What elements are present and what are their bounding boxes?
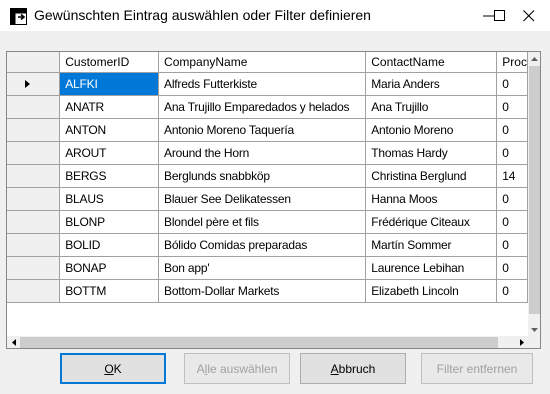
cell-proc[interactable]: 0: [496, 95, 528, 119]
cell-contact-name[interactable]: Laurence Lebihan: [365, 256, 498, 280]
corner-header[interactable]: [7, 52, 61, 73]
title-bar[interactable]: Gewünschten Eintrag auswählen oder Filte…: [0, 0, 550, 31]
cell-customer-id[interactable]: BERGS: [59, 164, 160, 188]
cell-customer-id[interactable]: BOTTM: [59, 279, 160, 303]
row-header[interactable]: [7, 256, 61, 280]
table-row[interactable]: BOTTM Bottom-Dollar Markets Elizabeth Li…: [7, 279, 528, 303]
cell-company-name[interactable]: Around the Horn: [158, 141, 367, 165]
cell-contact-name[interactable]: Elizabeth Lincoln: [365, 279, 498, 303]
cell-proc[interactable]: 0: [496, 210, 528, 234]
cell-proc[interactable]: 14: [496, 164, 528, 188]
cancel-label: Abbruch: [330, 361, 376, 376]
select-all-label: Alle auswählen: [196, 361, 278, 376]
vertical-scroll-thumb[interactable]: [529, 66, 540, 314]
table-row[interactable]: ALFKI Alfreds Futterkiste Maria Anders 0: [7, 72, 528, 96]
table-row[interactable]: BLONP Blondel père et fils Frédérique Ci…: [7, 210, 528, 234]
cell-customer-id[interactable]: BONAP: [59, 256, 160, 280]
window-title: Gewünschten Eintrag auswählen oder Filte…: [34, 7, 371, 23]
cell-contact-name[interactable]: Maria Anders: [365, 72, 498, 96]
remove-filter-button[interactable]: Filter entfernen: [421, 353, 533, 384]
cell-company-name[interactable]: Alfreds Futterkiste: [158, 72, 367, 96]
scroll-up-icon: [531, 56, 538, 61]
current-row-arrow-icon: [25, 79, 30, 88]
cell-customer-id[interactable]: AROUT: [59, 141, 160, 165]
scroll-left-icon: [11, 339, 16, 346]
table-row[interactable]: BERGS Berglunds snabbköp Christina Bergl…: [7, 164, 528, 188]
table-row[interactable]: ANTON Antonio Moreno Taquería Antonio Mo…: [7, 118, 528, 142]
cell-contact-name[interactable]: Martín Sommer: [365, 233, 498, 257]
scroll-down-icon: [531, 327, 538, 332]
cell-proc[interactable]: 0: [496, 233, 528, 257]
table-row[interactable]: BOLID Bólido Comidas preparadas Martín S…: [7, 233, 528, 257]
cell-customer-id[interactable]: ALFKI: [59, 72, 160, 96]
scroll-right-icon: [519, 339, 524, 346]
table-row[interactable]: AROUT Around the Horn Thomas Hardy 0: [7, 141, 528, 165]
cell-contact-name[interactable]: Frédérique Citeaux: [365, 210, 498, 234]
cell-company-name[interactable]: Antonio Moreno Taquería: [158, 118, 367, 142]
cell-proc[interactable]: 0: [496, 256, 528, 280]
cell-contact-name[interactable]: Thomas Hardy: [365, 141, 498, 165]
cell-company-name[interactable]: Bon app': [158, 256, 367, 280]
cell-proc[interactable]: 0: [496, 187, 528, 211]
cell-company-name[interactable]: Bottom-Dollar Markets: [158, 279, 367, 303]
scroll-right-button[interactable]: [515, 336, 528, 348]
cell-contact-name[interactable]: Ana Trujillo: [365, 95, 498, 119]
cell-contact-name[interactable]: Antonio Moreno: [365, 118, 498, 142]
cell-customer-id[interactable]: BLAUS: [59, 187, 160, 211]
row-header[interactable]: [7, 279, 61, 303]
column-header[interactable]: CompanyName: [158, 52, 367, 73]
row-header[interactable]: [7, 141, 61, 165]
horizontal-scroll-thumb[interactable]: [20, 337, 498, 348]
cell-proc[interactable]: 0: [496, 118, 528, 142]
scroll-down-button[interactable]: [528, 323, 540, 336]
cell-proc[interactable]: 0: [496, 72, 528, 96]
scroll-left-button[interactable]: [7, 336, 20, 348]
table-row[interactable]: ANATR Ana Trujillo Emparedados y helados…: [7, 95, 528, 119]
table-row[interactable]: BONAP Bon app' Laurence Lebihan 0: [7, 256, 528, 280]
customer-grid[interactable]: CustomerID CompanyName ContactName Proc …: [6, 51, 541, 349]
row-header[interactable]: [7, 233, 61, 257]
column-header[interactable]: ContactName: [365, 52, 498, 73]
cancel-button[interactable]: Abbruch: [300, 353, 406, 384]
ok-button[interactable]: OK: [60, 353, 166, 384]
cell-contact-name[interactable]: Hanna Moos: [365, 187, 498, 211]
table-row[interactable]: BLAUS Blauer See Delikatessen Hanna Moos…: [7, 187, 528, 211]
customer-table: CustomerID CompanyName ContactName Proc …: [7, 52, 528, 303]
row-header[interactable]: [7, 187, 61, 211]
cell-customer-id[interactable]: ANATR: [59, 95, 160, 119]
column-header[interactable]: Proc: [496, 52, 528, 73]
row-header[interactable]: [7, 72, 61, 96]
dialog-client-area: CustomerID CompanyName ContactName Proc …: [0, 31, 550, 394]
cell-company-name[interactable]: Blondel père et fils: [158, 210, 367, 234]
cell-company-name[interactable]: Ana Trujillo Emparedados y helados: [158, 95, 367, 119]
cell-company-name[interactable]: Blauer See Delikatessen: [158, 187, 367, 211]
vertical-scrollbar[interactable]: [528, 52, 540, 336]
scroll-up-button[interactable]: [528, 52, 540, 65]
cell-company-name[interactable]: Berglunds snabbköp: [158, 164, 367, 188]
cell-company-name[interactable]: Bólido Comidas preparadas: [158, 233, 367, 257]
header-row: CustomerID CompanyName ContactName Proc: [7, 52, 528, 73]
cell-customer-id[interactable]: BOLID: [59, 233, 160, 257]
cell-customer-id[interactable]: ANTON: [59, 118, 160, 142]
row-header[interactable]: [7, 210, 61, 234]
maximize-icon: [494, 9, 505, 21]
remove-filter-label: Filter entfernen: [436, 361, 518, 376]
cell-customer-id[interactable]: BLONP: [59, 210, 160, 234]
row-header[interactable]: [7, 118, 61, 142]
row-header[interactable]: [7, 164, 61, 188]
cell-contact-name[interactable]: Christina Berglund: [365, 164, 498, 188]
cell-proc[interactable]: 0: [496, 279, 528, 303]
row-header[interactable]: [7, 95, 61, 119]
close-icon: [523, 9, 535, 21]
horizontal-scrollbar[interactable]: [7, 336, 528, 348]
column-header[interactable]: CustomerID: [59, 52, 160, 73]
select-all-button[interactable]: Alle auswählen: [184, 353, 290, 384]
ok-label: OK: [104, 361, 122, 376]
scrollbar-corner: [528, 336, 540, 348]
cell-proc[interactable]: 0: [496, 141, 528, 165]
app-icon: [10, 8, 27, 25]
close-button[interactable]: [508, 0, 550, 31]
